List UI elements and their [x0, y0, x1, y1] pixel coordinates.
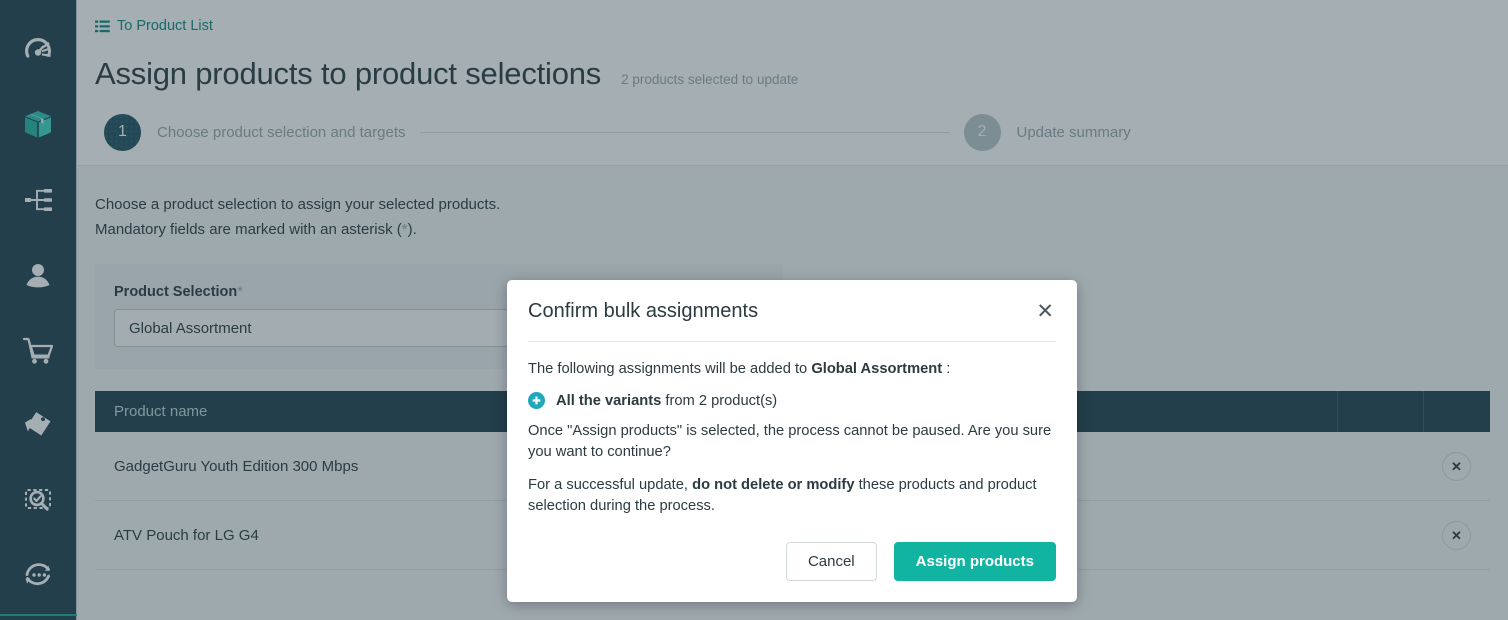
modal-footer: Cancel Assign products	[507, 542, 1077, 602]
close-icon[interactable]: ✕	[1034, 301, 1056, 322]
confirm-bulk-assignments-dialog: Confirm bulk assignments ✕ The following…	[507, 280, 1077, 602]
modal-intro-prefix: The following assignments will be added …	[528, 361, 812, 377]
modal-notice-bold: do not delete or modify	[692, 477, 855, 493]
modal-header: Confirm bulk assignments ✕	[507, 280, 1077, 323]
variant-summary-bold: All the variants	[556, 392, 662, 409]
app-root: To Product List Assign products to produ…	[0, 0, 1508, 620]
assign-products-button[interactable]: Assign products	[893, 542, 1056, 581]
cancel-button[interactable]: Cancel	[785, 542, 877, 581]
variant-summary-row: All the variants from 2 product(s)	[528, 392, 1056, 409]
modal-notice-prefix: For a successful update,	[528, 477, 693, 493]
modal-body: The following assignments will be added …	[507, 342, 1077, 517]
modal-warning-text: Once "Assign products" is selected, the …	[528, 423, 1052, 460]
plus-circle-icon	[528, 392, 545, 409]
modal-notice-text: For a successful update, do not delete o…	[528, 475, 1056, 517]
modal-title: Confirm bulk assignments	[528, 300, 759, 322]
modal-intro-text: The following assignments will be added …	[528, 359, 1056, 380]
modal-intro-suffix: :	[942, 361, 951, 377]
variant-summary-rest: from 2 product(s)	[661, 392, 778, 409]
variant-summary-text: All the variants from 2 product(s)	[556, 393, 777, 409]
modal-intro-target: Global Assortment	[811, 361, 943, 377]
